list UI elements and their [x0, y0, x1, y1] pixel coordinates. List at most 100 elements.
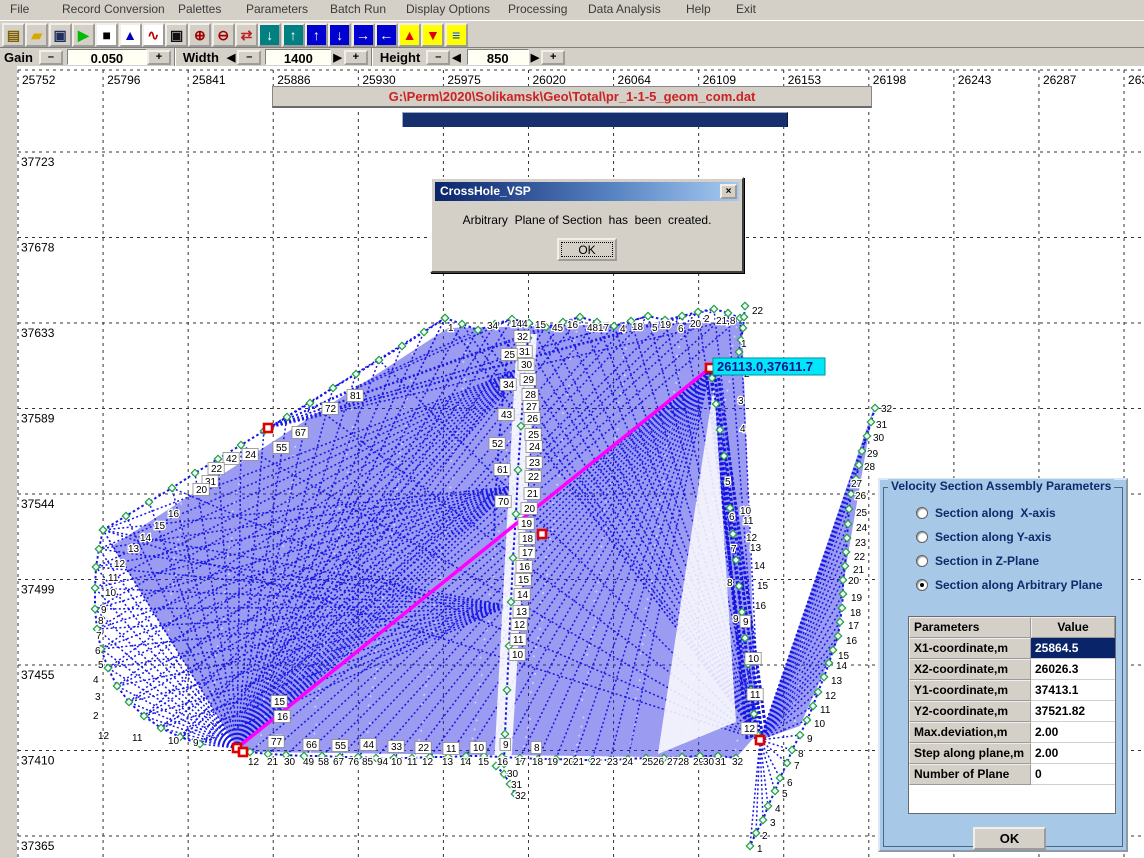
menu-item-palettes[interactable]: Palettes [178, 2, 221, 16]
param-value-cell[interactable]: 37521.82 [1031, 701, 1115, 722]
menu-bar: File Record Conversion Palettes Parameters B… [0, 0, 1144, 19]
dialog-title-bar[interactable]: CrossHole_VSP × [435, 182, 739, 201]
menu-item-record-conversion[interactable]: Record Conversion [62, 2, 165, 16]
speckle [338, 508, 340, 510]
menu-item-file[interactable]: File [10, 2, 29, 16]
param-value-cell[interactable]: 2.00 [1031, 722, 1115, 743]
up-arrow-blue-icon[interactable]: ↑ [305, 23, 328, 47]
gain-value-field[interactable]: 0.050 [67, 49, 147, 65]
gain-decrease-button[interactable]: – [39, 50, 63, 65]
menu-item-data-analysis[interactable]: Data Analysis [588, 2, 661, 16]
radio-option-2[interactable]: Section along Y-axis [916, 530, 1051, 544]
width-increase-button[interactable]: + [344, 50, 368, 65]
param-value-cell[interactable]: 0 [1031, 764, 1115, 785]
panel-ok-button[interactable]: OK [973, 827, 1046, 850]
speckle [687, 723, 689, 725]
point-label: 31 [876, 420, 888, 431]
speckle [552, 502, 554, 504]
speckle [600, 572, 602, 574]
save-icon[interactable]: ▣ [165, 23, 188, 47]
point-label: 9 [807, 734, 813, 745]
speckle [744, 686, 746, 688]
speckle [444, 532, 446, 534]
radio-option-4[interactable]: Section along Arbitrary Plane [916, 578, 1103, 592]
table-row: Y2-coordinate,m37521.82 [909, 701, 1115, 722]
speckle [151, 746, 153, 748]
point-label: 77 [271, 737, 283, 748]
speckle [785, 343, 787, 345]
menu-item-batch-run[interactable]: Batch Run [330, 2, 386, 16]
left-arrow-blue-icon[interactable]: ← [375, 23, 398, 47]
swap-arrows-icon[interactable]: ⇄ [235, 23, 258, 47]
down-arrow-blue-icon[interactable]: ↓ [328, 23, 351, 47]
speckle [340, 525, 342, 527]
speckle [177, 539, 179, 541]
height-right-arrow-icon[interactable]: ▶ [531, 51, 539, 64]
close-icon[interactable]: × [720, 184, 737, 199]
param-value-cell[interactable]: 37413.1 [1031, 680, 1115, 701]
height-left-arrow-icon[interactable]: ◀ [452, 51, 460, 64]
width-decrease-button[interactable]: – [237, 50, 261, 65]
width-value-field[interactable]: 1400 [265, 49, 331, 65]
point-label: 25 [504, 350, 516, 361]
speckle [697, 633, 699, 635]
radio-option-1[interactable]: Section along X-axis [916, 506, 1056, 520]
speckle [219, 636, 221, 638]
radio-button-icon[interactable] [916, 555, 928, 567]
menu-item-exit[interactable]: Exit [736, 2, 756, 16]
speckle [399, 452, 401, 454]
gain-increase-button[interactable]: + [147, 50, 171, 65]
triangle-down-icon[interactable]: ▼ [421, 23, 444, 47]
save-export-icon[interactable]: ▣ [49, 23, 72, 47]
stop-icon[interactable]: ■ [95, 23, 118, 47]
speckle [836, 351, 838, 353]
point-label: 49 [303, 757, 315, 768]
point-label: 24 [245, 450, 257, 461]
up-arrow-teal-icon[interactable]: ↑ [282, 23, 305, 47]
wellhead-marker [239, 748, 247, 756]
height-increase-button[interactable]: + [541, 50, 565, 65]
radio-button-icon[interactable] [916, 579, 928, 591]
menu-item-display-options[interactable]: Display Options [406, 2, 490, 16]
radio-button-icon[interactable] [916, 507, 928, 519]
param-value-cell[interactable]: 25864.5 [1031, 638, 1115, 659]
run-icon[interactable]: ▶ [72, 23, 95, 47]
menu-item-parameters[interactable]: Parameters [246, 2, 308, 16]
point-label: 6 [787, 778, 793, 789]
triangle-up-icon[interactable]: ▲ [398, 23, 421, 47]
histogram-icon[interactable]: ▲ [119, 23, 142, 47]
speckle [286, 527, 288, 529]
speckle [649, 589, 651, 591]
speckle [698, 606, 700, 608]
width-left-arrow-icon[interactable]: ◀ [227, 51, 235, 64]
height-decrease-button[interactable]: – [426, 50, 450, 65]
open-folder-icon[interactable]: ▰ [25, 23, 48, 47]
zoom-in-icon[interactable]: ⊕ [188, 23, 211, 47]
speckle [566, 394, 568, 396]
menu-item-help[interactable]: Help [686, 2, 711, 16]
right-arrow-blue-icon[interactable]: → [352, 23, 375, 47]
point-label: 8 [534, 743, 540, 754]
speckle [200, 350, 202, 352]
param-value-cell[interactable]: 2.00 [1031, 743, 1115, 764]
new-file-icon[interactable]: ▤ [2, 23, 25, 47]
width-right-arrow-icon[interactable]: ▶ [333, 51, 341, 64]
dialog-ok-button[interactable]: OK [557, 238, 617, 261]
down-arrow-teal-icon[interactable]: ↓ [258, 23, 281, 47]
speckle [413, 344, 415, 346]
menu-item-processing[interactable]: Processing [508, 2, 567, 16]
height-value-field[interactable]: 850 [467, 49, 529, 65]
waveform-icon[interactable]: ∿ [142, 23, 165, 47]
point-label: 12 [422, 757, 434, 768]
speckle [267, 680, 269, 682]
point-label: 10 [105, 588, 117, 599]
palette-icon[interactable]: ≡ [445, 23, 468, 47]
speckle [739, 704, 741, 706]
point-label: 8 [798, 749, 804, 760]
radio-button-icon[interactable] [916, 531, 928, 543]
speckle [372, 686, 374, 688]
zoom-out-icon[interactable]: ⊖ [212, 23, 235, 47]
speckle [806, 621, 808, 623]
param-value-cell[interactable]: 26026.3 [1031, 659, 1115, 680]
radio-option-3[interactable]: Section in Z-Plane [916, 554, 1039, 568]
